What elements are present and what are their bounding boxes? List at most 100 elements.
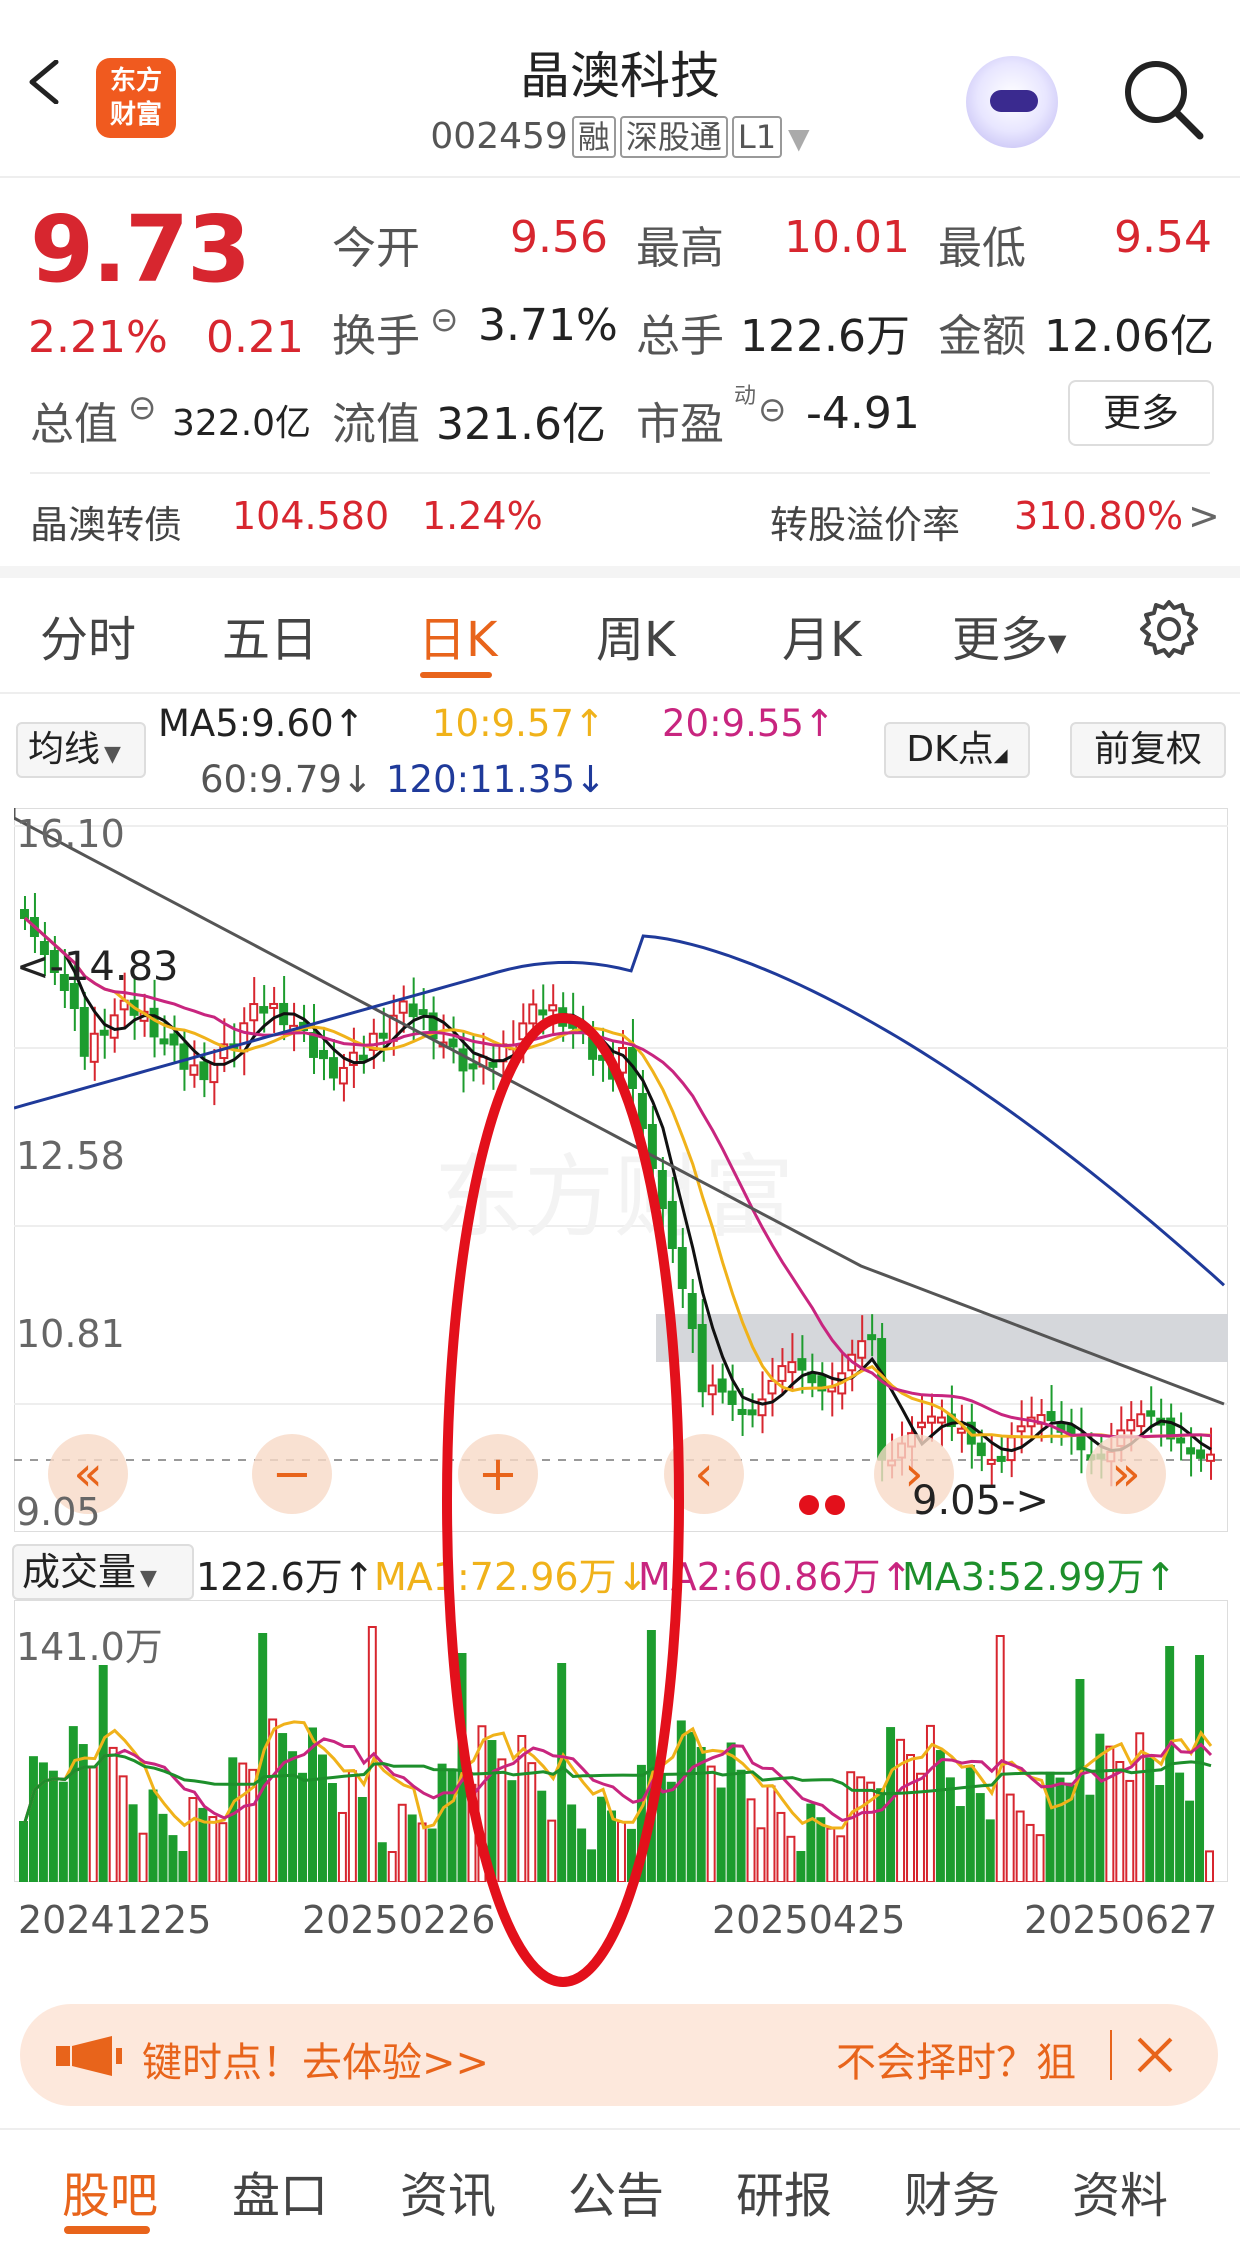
candle-body — [568, 1018, 578, 1029]
volume-bar — [736, 1769, 746, 1882]
bottom-tab-orderbook[interactable]: 盘口 — [232, 2156, 328, 2226]
tab-five-day[interactable]: 五日 — [222, 600, 318, 670]
active-bottom-indicator — [64, 2226, 150, 2234]
chart-nav-button[interactable]: » — [1086, 1434, 1166, 1514]
premium-label[interactable]: 转股溢价率 — [770, 494, 960, 549]
tab-weekly-k[interactable]: 周K — [596, 600, 675, 670]
ma20-value: 20:9.55↑ — [662, 702, 835, 745]
divider — [0, 692, 1240, 694]
volume-bar — [1055, 1777, 1065, 1882]
volume-bar — [836, 1835, 846, 1882]
volume-bar — [567, 1804, 577, 1882]
volume-bar — [487, 1740, 497, 1882]
volume-bar — [806, 1803, 816, 1882]
volume-bar — [1105, 1745, 1115, 1882]
volume-bar — [308, 1727, 317, 1882]
volume-bar — [168, 1835, 178, 1882]
volume-axis-max: 141.0万 — [16, 1625, 163, 1669]
candle-body — [857, 1340, 867, 1359]
volume-bar — [98, 1665, 108, 1882]
candle-body — [1136, 1413, 1146, 1428]
kline-chart[interactable]: 东方财富 «− + ‹ ›» — [14, 808, 1228, 1532]
candle-body — [598, 1054, 608, 1061]
candle-body — [647, 1124, 657, 1169]
candle-body — [867, 1334, 877, 1341]
volume-bar — [706, 1765, 716, 1882]
info-icon[interactable]: ⊝ — [128, 388, 157, 428]
tab-daily-k[interactable]: 日K — [418, 600, 497, 670]
candle-body — [956, 1427, 966, 1434]
candle-body — [976, 1442, 986, 1457]
candle-body — [408, 1003, 418, 1018]
chart-nav-button[interactable]: − — [252, 1434, 332, 1514]
candle-body — [1076, 1434, 1086, 1451]
volume-bar — [68, 1726, 78, 1882]
volume-bar — [537, 1790, 547, 1882]
banner-text-right: 不会择时？狙 — [836, 2040, 1076, 2086]
volume-bar — [337, 1811, 347, 1882]
bottom-tab-news[interactable]: 资讯 — [400, 2156, 496, 2226]
info-icon[interactable]: ⊝ — [758, 390, 787, 430]
candle-body — [1196, 1449, 1206, 1459]
volume-bar — [626, 1828, 636, 1882]
candle-body — [199, 1061, 209, 1081]
candle-body — [89, 1032, 99, 1063]
amount-value: 12.06亿 — [1044, 311, 1214, 362]
candle-body — [777, 1365, 787, 1382]
volume-selector-button[interactable]: 成交量 ▼ — [12, 1544, 194, 1600]
volume-bar — [417, 1822, 427, 1882]
megaphone-icon — [56, 2036, 122, 2076]
tab-intraday[interactable]: 分时 — [40, 600, 136, 670]
high-label: 最高 — [636, 223, 724, 274]
volume-bar — [88, 1765, 98, 1882]
settings-gear-icon[interactable] — [1138, 598, 1200, 660]
candle-body — [996, 1455, 1006, 1462]
candle-body — [588, 1037, 598, 1060]
dk-point-button[interactable]: DK点◢ — [884, 722, 1030, 778]
tab-more[interactable]: 更多▼ — [952, 600, 1066, 670]
info-icon[interactable]: ⊝ — [430, 300, 459, 340]
bond-name[interactable]: 晶澳转债 — [30, 494, 182, 549]
volume-bar — [467, 1783, 477, 1882]
adjust-button[interactable]: 前复权 — [1070, 722, 1226, 778]
more-quote-button[interactable]: 更多 — [1068, 380, 1214, 446]
ma-selector-button[interactable]: 均线 ▼ — [16, 722, 146, 778]
section-gap — [0, 566, 1240, 578]
candle-body — [528, 1003, 538, 1025]
tab-monthly-k[interactable]: 月K — [782, 600, 861, 670]
ma60-value: 60:9.79↓ — [200, 758, 373, 801]
bottom-tab-research[interactable]: 研报 — [736, 2156, 832, 2226]
candle-body — [797, 1358, 807, 1371]
candle-body — [618, 1047, 627, 1074]
volume-bar — [48, 1770, 58, 1882]
chart-nav-button[interactable]: + — [458, 1434, 538, 1514]
candle-body — [1016, 1425, 1026, 1433]
chevron-right-icon[interactable]: > — [1188, 494, 1220, 538]
chart-nav-button[interactable]: ‹ — [664, 1434, 744, 1514]
candle-body — [787, 1361, 797, 1374]
bottom-tab-financials[interactable]: 财务 — [904, 2156, 1000, 2226]
assistant-robot-icon[interactable] — [966, 56, 1058, 148]
volume-bar — [1145, 1757, 1155, 1882]
volume-bar — [327, 1783, 337, 1882]
bottom-tab-forum[interactable]: 股吧 — [62, 2156, 158, 2226]
volume-bar — [407, 1814, 417, 1882]
promo-banner[interactable]: 键时点！去体验>> 不会择时？狙 — [20, 2004, 1218, 2106]
low-value: 9.54 — [1114, 212, 1212, 263]
candle-body — [418, 1009, 428, 1016]
volume-label: 总手 — [636, 311, 724, 362]
close-icon[interactable] — [1136, 2036, 1174, 2074]
low-marker: 9.05-> — [912, 1478, 1050, 1524]
bottom-tab-profile[interactable]: 资料 — [1072, 2156, 1168, 2226]
search-icon[interactable] — [1118, 54, 1208, 144]
volume-bar — [965, 1764, 975, 1882]
volume-bar — [118, 1775, 128, 1882]
volume-bar — [617, 1821, 626, 1882]
candle-body — [657, 1170, 667, 1209]
candle-body — [378, 1032, 388, 1039]
candle-body — [637, 1093, 647, 1129]
volume-bar — [268, 1718, 278, 1882]
candle-body — [269, 1002, 279, 1009]
volume-chart[interactable] — [14, 1600, 1228, 1882]
bottom-tab-announcements[interactable]: 公告 — [568, 2156, 664, 2226]
